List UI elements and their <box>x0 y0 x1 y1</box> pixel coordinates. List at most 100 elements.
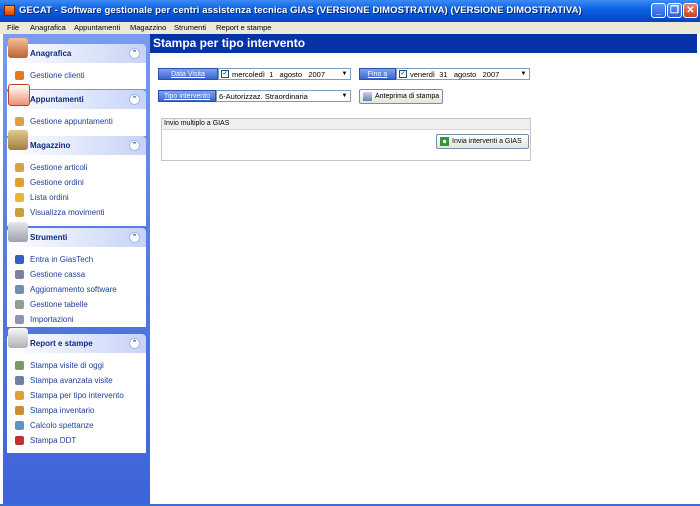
gias-group-header: Invio multiplo a GIAS <box>162 119 530 130</box>
cash-register-icon <box>15 270 24 279</box>
page-title-bar: Stampa per tipo intervento <box>150 34 697 53</box>
movements-icon <box>15 208 24 217</box>
print-preview-label: Anteprima di stampa <box>375 93 440 100</box>
sidebar-item-gestione-ordini[interactable]: Gestione ordini <box>8 175 145 190</box>
tipo-intervento-label[interactable]: Tipo intervento <box>158 90 216 102</box>
sidebar-item-label: Importazioni <box>30 315 74 324</box>
panel-title: Magazzino <box>30 141 71 150</box>
tools-icon <box>8 222 28 242</box>
sidebar-item-stampa-visite-di-oggi[interactable]: Stampa visite di oggi <box>8 358 145 373</box>
sidebar-item-gestione-clienti[interactable]: Gestione clienti <box>8 68 145 83</box>
panel-report-e-stampe: Report e stampe ⌃ Stampa visite di oggi … <box>7 328 146 453</box>
from-date-checkbox[interactable]: ✓ <box>221 70 229 78</box>
sidebar-item-gestione-cassa[interactable]: Gestione cassa <box>8 267 145 282</box>
panel-header-appuntamenti[interactable]: Appuntamenti ⌃ <box>7 84 146 109</box>
sidebar-item-label: Stampa inventario <box>30 406 95 415</box>
visits-today-icon <box>15 361 24 370</box>
sidebar-item-label: Stampa visite di oggi <box>30 361 104 370</box>
sidebar-item-gestione-tabelle[interactable]: Gestione tabelle <box>8 297 145 312</box>
sidebar-item-stampa-inventario[interactable]: Stampa inventario <box>8 403 145 418</box>
address-book-icon <box>8 38 28 58</box>
sidebar-item-gestione-appuntamenti[interactable]: Gestione appuntamenti <box>8 114 145 129</box>
minimize-button[interactable]: _ <box>651 3 666 18</box>
sidebar-item-importazioni[interactable]: Importazioni <box>8 312 145 327</box>
sidebar-item-label: Stampa DDT <box>30 436 77 445</box>
refresh-arrows-icon <box>440 137 449 146</box>
ddt-icon <box>15 436 24 445</box>
import-icon <box>15 315 24 324</box>
data-visita-label-text: Data Visita <box>171 71 205 78</box>
panel-header-anagrafica[interactable]: Anagrafica ⌃ <box>7 38 146 63</box>
to-date-picker[interactable]: ✓ venerdì 31 agosto 2007 ▼ <box>396 68 530 80</box>
sidebar-item-label: Aggiornamento software <box>30 285 117 294</box>
to-date-checkbox[interactable]: ✓ <box>399 70 407 78</box>
sidebar-item-stampa-ddt[interactable]: Stampa DDT <box>8 433 145 448</box>
app-icon[interactable] <box>4 5 15 16</box>
calculator-icon <box>15 421 24 430</box>
inventory-icon <box>15 406 24 415</box>
panel-header-strumenti[interactable]: Strumenti ⌃ <box>7 222 146 247</box>
main-content: Stampa per tipo intervento Data Visita ✓… <box>150 34 697 504</box>
sidebar-item-visualizza-movimenti[interactable]: Visualizza movimenti <box>8 205 145 220</box>
collapse-chevron-icon[interactable]: ⌃ <box>129 48 140 59</box>
menu-magazzino[interactable]: Magazzino <box>130 23 166 32</box>
orders-icon <box>15 178 24 187</box>
panel-magazzino: Magazzino ⌃ Gestione articoli Gestione o… <box>7 130 146 226</box>
send-to-gias-button[interactable]: Invia interventi a GIAS <box>436 134 529 149</box>
to-date-dropdown-icon[interactable]: ▼ <box>519 70 528 78</box>
print-preview-button[interactable]: Anteprima di stampa <box>359 89 443 104</box>
from-date-picker[interactable]: ✓ mercoledì 1 agosto 2007 ▼ <box>218 68 351 80</box>
panel-title: Appuntamenti <box>30 95 84 104</box>
collapse-chevron-icon[interactable]: ⌃ <box>129 338 140 349</box>
sidebar-item-lista-ordini[interactable]: Lista ordini <box>8 190 145 205</box>
articles-icon <box>15 163 24 172</box>
sidebar-item-label: Gestione clienti <box>30 71 85 80</box>
menu-file[interactable]: File <box>7 23 19 32</box>
sidebar-item-stampa-avanzata-visite[interactable]: Stampa avanzata visite <box>8 373 145 388</box>
panel-appuntamenti: Appuntamenti ⌃ Gestione appuntamenti <box>7 84 146 136</box>
from-date-dropdown-icon[interactable]: ▼ <box>340 70 349 78</box>
window-title: GECAT - Software gestionale per centri a… <box>19 5 582 16</box>
sidebar-item-label: Gestione ordini <box>30 178 84 187</box>
advanced-visits-icon <box>15 376 24 385</box>
title-bar[interactable]: GECAT - Software gestionale per centri a… <box>0 0 700 22</box>
appointments-icon <box>15 117 24 126</box>
sidebar-item-stampa-per-tipo-intervento[interactable]: Stampa per tipo intervento <box>8 388 145 403</box>
collapse-chevron-icon[interactable]: ⌃ <box>129 94 140 105</box>
panel-header-magazzino[interactable]: Magazzino ⌃ <box>7 130 146 155</box>
menu-strumenti[interactable]: Strumenti <box>174 23 206 32</box>
sidebar-item-entra-in-giastech[interactable]: Entra in GiasTech <box>8 252 145 267</box>
panel-body: Gestione articoli Gestione ordini Lista … <box>7 155 146 226</box>
sidebar-item-aggiornamento-software[interactable]: Aggiornamento software <box>8 282 145 297</box>
sidebar-item-label: Stampa per tipo intervento <box>30 391 124 400</box>
sidebar-item-calcolo-spettanze[interactable]: Calcolo spettanze <box>8 418 145 433</box>
panel-strumenti: Strumenti ⌃ Entra in GiasTech Gestione c… <box>7 222 146 327</box>
from-date-value: mercoledì 1 agosto 2007 <box>232 70 326 79</box>
to-date-value: venerdì 31 agosto 2007 <box>410 70 500 79</box>
close-button[interactable]: ✕ <box>683 3 698 18</box>
sidebar-item-label: Calcolo spettanze <box>30 421 94 430</box>
data-visita-label[interactable]: Data Visita <box>158 68 218 80</box>
fino-a-label[interactable]: Fino a <box>359 68 396 80</box>
gias-group-box: Invio multiplo a GIAS Invia interventi a… <box>161 118 531 161</box>
maximize-button[interactable]: ❐ <box>667 3 682 18</box>
page-title: Stampa per tipo intervento <box>153 36 306 50</box>
panel-header-report-e-stampe[interactable]: Report e stampe ⌃ <box>7 328 146 353</box>
menu-appuntamenti[interactable]: Appuntamenti <box>74 23 120 32</box>
menu-bar: File Anagrafica Appuntamenti Magazzino S… <box>0 22 700 34</box>
sidebar-item-label: Gestione appuntamenti <box>30 117 113 126</box>
menu-anagrafica[interactable]: Anagrafica <box>30 23 66 32</box>
sidebar-item-label: Gestione cassa <box>30 270 86 279</box>
sidebar-item-label: Lista ordini <box>30 193 69 202</box>
intervention-type-select[interactable]: 6-Autorizzaz. Straordinaria ▼ <box>216 90 351 102</box>
calendar-icon <box>8 84 30 106</box>
print-preview-icon <box>363 92 372 101</box>
sidebar-item-gestione-articoli[interactable]: Gestione articoli <box>8 160 145 175</box>
warehouse-icon <box>8 130 28 150</box>
menu-report-e-stampe[interactable]: Report e stampe <box>216 23 271 32</box>
fino-a-label-text: Fino a <box>367 71 388 78</box>
sidebar-item-label: Stampa avanzata visite <box>30 376 113 385</box>
collapse-chevron-icon[interactable]: ⌃ <box>129 232 140 243</box>
collapse-chevron-icon[interactable]: ⌃ <box>129 140 140 151</box>
intervention-type-dropdown-icon[interactable]: ▼ <box>340 92 349 100</box>
